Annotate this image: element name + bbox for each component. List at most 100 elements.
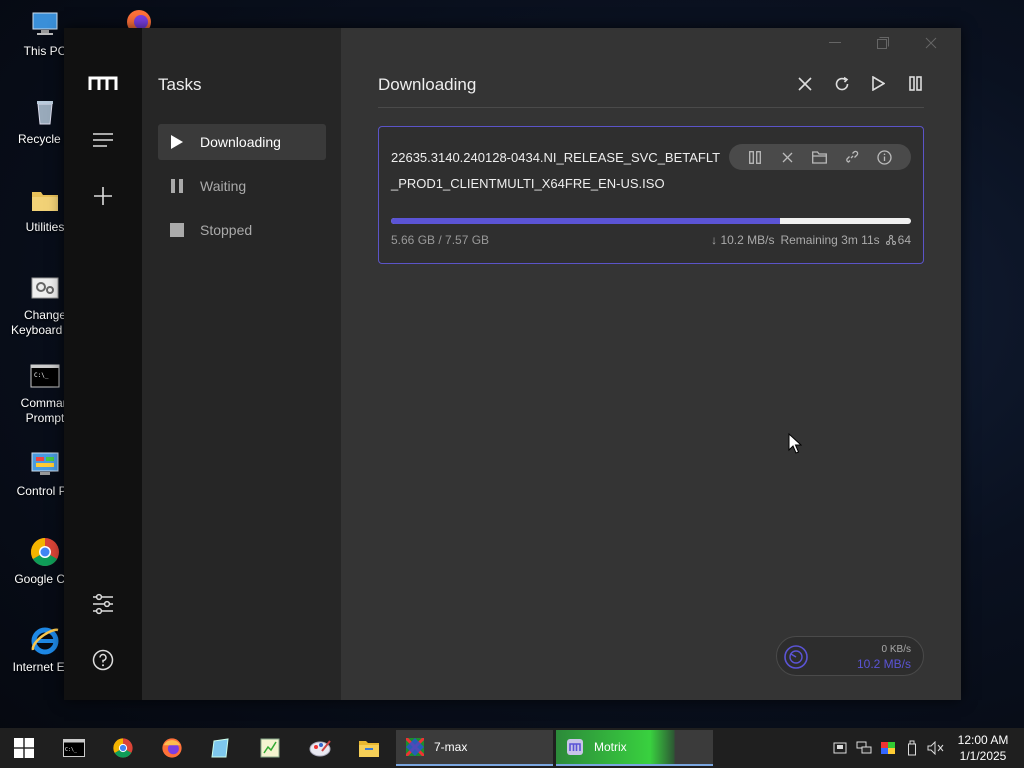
taskbar-pin-firefox[interactable] — [152, 733, 192, 763]
pause-icon — [909, 76, 922, 91]
taskbar-pin-paint[interactable] — [300, 733, 340, 763]
taskbar-app-label: Motrix — [594, 740, 627, 754]
task-item[interactable]: 22635.3140.240128-0434.NI_RELEASE_SVC_BE… — [378, 126, 924, 264]
clock-date: 1/1/2025 — [959, 749, 1007, 763]
firefox-icon — [162, 738, 182, 758]
task-name: 22635.3140.240128-0434.NI_RELEASE_SVC_BE… — [391, 150, 721, 191]
folder-icon — [812, 150, 828, 164]
tray-network-icon[interactable] — [852, 736, 876, 760]
system-tray: 12:00 AM 1/1/2025 — [828, 728, 1024, 768]
windows-icon — [14, 738, 34, 758]
taskbar-pin-command-prompt[interactable]: C:\_ — [54, 733, 94, 763]
add-task-icon[interactable] — [88, 181, 118, 211]
computer-icon — [32, 12, 58, 35]
mouse-cursor-icon — [788, 433, 802, 454]
download-speed: 10.2 MB/s — [856, 657, 911, 671]
show-desktop-button[interactable] — [1018, 728, 1024, 768]
sidebar-item-label: Stopped — [200, 222, 253, 238]
tray-display-icon[interactable] — [876, 736, 900, 760]
task-stats: ↓ 10.2 MB/s Remaining 3m 11s 64 — [711, 233, 911, 247]
refresh-button[interactable] — [832, 74, 851, 93]
speed-meter[interactable]: 0 KB/s 10.2 MB/s — [776, 636, 924, 676]
task-connections-wrap: 64 — [885, 233, 911, 247]
info-icon — [877, 149, 892, 165]
pause-icon — [749, 150, 762, 164]
pause-all-button[interactable] — [906, 74, 925, 93]
play-icon — [872, 76, 885, 91]
taskbar: C:\_ 7-max Motrix 12:00 AM 1/1/2025 — [0, 728, 1024, 768]
sidebar-item-downloading[interactable]: Downloading — [158, 124, 326, 160]
sidebar-item-stopped[interactable]: Stopped — [158, 212, 326, 248]
main-panel: Downloading 22635.3140.240128-0434.NI_RE… — [341, 28, 961, 700]
task-speed: ↓ 10.2 MB/s — [711, 233, 775, 247]
upload-speed: 0 KB/s — [881, 644, 911, 655]
refresh-icon — [835, 76, 848, 90]
task-sidebar: Tasks Downloading Waiting Stopped — [142, 28, 341, 700]
taskbar-pin-chrome[interactable] — [103, 733, 143, 763]
help-icon[interactable] — [88, 645, 118, 675]
task-copy-link-button[interactable] — [844, 149, 860, 165]
task-progress-fill — [391, 218, 780, 224]
motrix-logo-icon — [88, 68, 118, 98]
spreadsheet-icon — [260, 738, 280, 758]
maximize-button[interactable] — [871, 34, 895, 52]
taskbar-clock[interactable]: 12:00 AM 1/1/2025 — [948, 732, 1018, 764]
taskbar-pin-file-explorer[interactable] — [349, 733, 389, 763]
task-toolbar — [795, 74, 925, 93]
svg-text:C:\_: C:\_ — [65, 747, 78, 753]
tray-storage-icon[interactable] — [828, 736, 852, 760]
stop-icon — [170, 223, 184, 237]
task-remaining: Remaining 3m 11s — [780, 233, 880, 247]
task-size: 5.66 GB / 7.57 GB — [391, 233, 490, 247]
close-icon — [797, 76, 812, 91]
start-button[interactable] — [4, 733, 44, 763]
tray-usb-icon[interactable] — [900, 736, 924, 760]
taskbar-app-motrix[interactable]: Motrix — [556, 730, 713, 766]
task-pause-button[interactable] — [747, 149, 763, 165]
keyboard-settings-icon — [31, 277, 59, 299]
header-divider — [378, 107, 924, 108]
command-prompt-icon: C:\_ — [63, 739, 85, 757]
control-panel-icon — [31, 452, 59, 475]
folder-icon — [32, 192, 58, 211]
volume-muted-icon[interactable] — [924, 736, 948, 760]
internet-explorer-icon — [31, 627, 59, 655]
task-progress-bar — [391, 218, 911, 224]
svg-text:C:\_: C:\_ — [34, 372, 49, 379]
sidebar-item-label: Downloading — [200, 134, 281, 150]
task-actions — [729, 144, 911, 170]
task-open-folder-button[interactable] — [812, 149, 828, 165]
sidebar-item-waiting[interactable]: Waiting — [158, 168, 326, 204]
taskbar-app-7max[interactable]: 7-max — [396, 730, 553, 766]
menu-icon[interactable] — [88, 125, 118, 155]
notepad-icon — [211, 738, 229, 758]
play-icon — [170, 135, 184, 149]
task-info-button[interactable] — [877, 149, 893, 165]
chrome-icon — [113, 738, 133, 758]
sidebar-item-label: Waiting — [200, 178, 247, 194]
clock-time: 12:00 AM — [957, 733, 1009, 747]
sidebar-title: Tasks — [158, 75, 202, 94]
speedometer-icon — [784, 645, 808, 669]
minimize-button[interactable] — [823, 34, 847, 52]
connections-icon — [885, 235, 896, 245]
window-controls — [823, 34, 943, 52]
resume-all-button[interactable] — [869, 74, 888, 93]
firefox-icon — [127, 10, 151, 30]
motrix-window: Tasks Downloading Waiting Stopped Downlo… — [64, 28, 961, 700]
taskbar-app-label: 7-max — [434, 740, 468, 754]
command-prompt-icon: C:\_ — [30, 364, 60, 388]
7max-icon — [406, 738, 424, 756]
close-window-button[interactable] — [919, 34, 943, 52]
close-icon — [782, 152, 793, 162]
taskbar-pin-notepad[interactable] — [201, 733, 241, 763]
delete-tasks-button[interactable] — [795, 74, 814, 93]
motrix-icon — [567, 739, 583, 755]
link-icon — [846, 150, 859, 163]
chrome-icon — [31, 538, 59, 566]
taskbar-pin-spreadsheet[interactable] — [250, 733, 290, 763]
nav-rail — [64, 28, 142, 700]
task-delete-button[interactable] — [780, 149, 796, 165]
preferences-icon[interactable] — [88, 589, 118, 619]
paint-icon — [309, 740, 331, 757]
